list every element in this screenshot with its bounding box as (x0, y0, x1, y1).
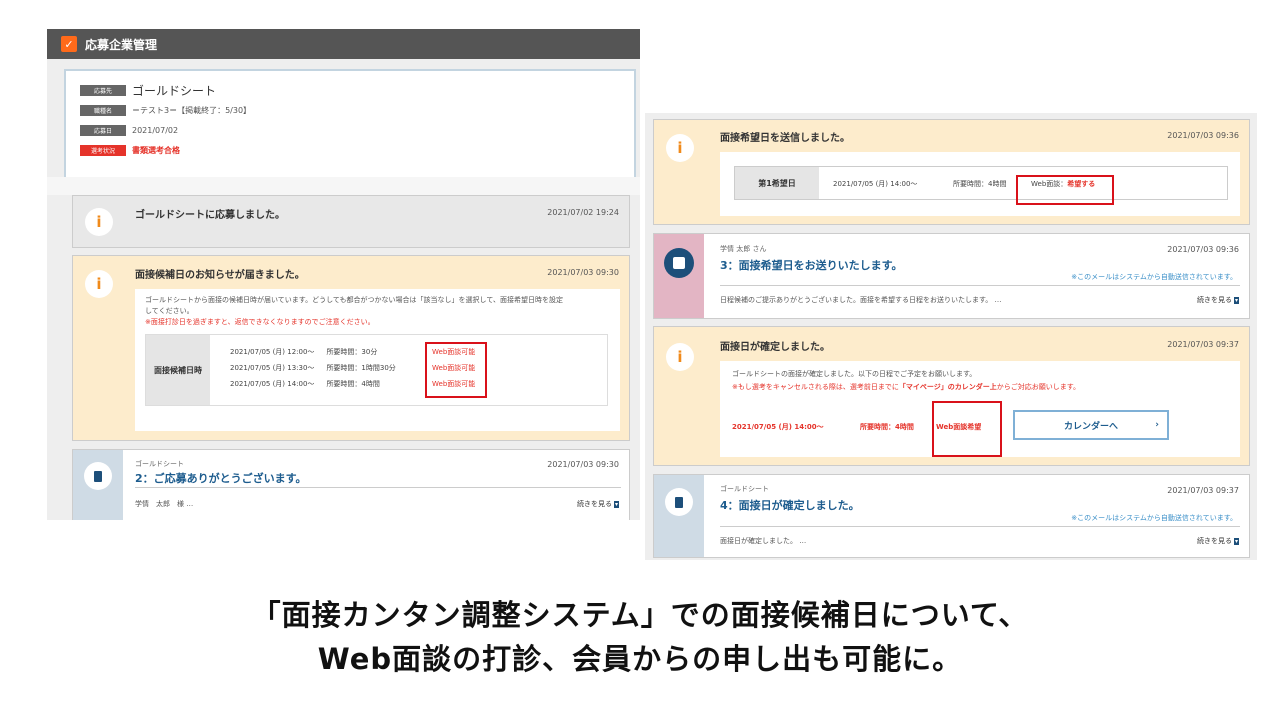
schedule-label: 面接候補日時 (146, 335, 210, 405)
info-icon: i (666, 343, 694, 371)
slot-time: 2021/07/05 (月) 12:00〜 所要時間：30分 (230, 347, 377, 357)
card-date: 2021/07/03 09:30 (547, 268, 619, 277)
tag-label: 応募日 (80, 124, 126, 136)
caption-line-1: 「面接カンタン調整システム」での面接候補日について、 (251, 598, 1029, 632)
confirmed-time: 2021/07/05 (月) 14:00〜 (732, 423, 824, 431)
confirmed-duration: 所要時間：4時間 (860, 423, 914, 431)
document-icon (84, 462, 112, 490)
message-list: i ゴールドシートに応募しました。 2021/07/02 19:24 i 面接候… (47, 177, 640, 520)
apply-date: 2021/07/02 (132, 125, 179, 135)
message-card-wish[interactable]: 学情 太郎 さん 2021/07/03 09:36 3：面接希望日をお送りいたし… (653, 233, 1250, 319)
slot-time-text: 2021/07/05 (月) 14:00〜 (230, 380, 315, 388)
candidate-details: ゴールドシートから面接の候補日時が届いています。どうしても都合がつかない場合は「… (135, 289, 620, 431)
left-screenshot: ✓ 応募企業管理 応募先 ゴールドシート 職種名 ＝テスト3＝【掲載終了：5/3… (47, 29, 640, 520)
sender-name: ゴールドシート (720, 485, 769, 493)
job-name: ＝テスト3＝【掲載終了：5/30】 (132, 105, 252, 115)
wish-table: 第1希望日 2021/07/05 (月) 14:00〜 所要時間：4時間 Web… (734, 166, 1228, 200)
slot-time: 2021/07/05 (月) 14:00〜 所要時間：4時間 (230, 379, 380, 389)
apply-row-status: 選考状況 書類選考合格 (80, 141, 620, 159)
header-title: 応募企業管理 (85, 37, 158, 52)
card-title: 面接候補日のお知らせが届きました。 (135, 270, 305, 281)
card-date: 2021/07/03 09:36 (1167, 245, 1239, 254)
check-icon: ✓ (61, 36, 77, 52)
person-icon (664, 248, 694, 278)
slot-time: 2021/07/05 (月) 13:30〜 所要時間：1時間30分 (230, 363, 396, 373)
slot-duration: 所要時間：30分 (326, 348, 378, 356)
body-text: してください。 (145, 307, 194, 315)
apply-row-job: 職種名 ＝テスト3＝【掲載終了：5/30】 (80, 101, 620, 119)
body-text: ゴールドシートから面接の候補日時が届いています。どうしても都合がつかない場合は「… (145, 296, 563, 304)
calendar-button[interactable]: カレンダーへ › (1013, 410, 1169, 440)
message-title: 3：面接希望日をお送りいたします。 (720, 259, 903, 272)
card-title: 面接日が確定しました。 (720, 342, 830, 353)
read-more-link[interactable]: 続きを見る (1197, 536, 1239, 546)
highlight-box (1016, 175, 1114, 205)
notice-card-confirmed: i 面接日が確定しました。 2021/07/03 09:37 ゴールドシートの面… (653, 326, 1250, 466)
schedule-table: 面接候補日時 2021/07/05 (月) 12:00〜 所要時間：30分 202… (145, 334, 608, 406)
card-date: 2021/07/02 19:24 (547, 208, 619, 217)
message-preview: 日程候補のご提示ありがとうございました。面接を希望する日程をお送りいたします。 … (720, 296, 1002, 304)
company-name: ゴールドシート (132, 83, 217, 98)
slot-duration: 所要時間：1時間30分 (326, 364, 396, 372)
card-title: 面接希望日を送信しました。 (720, 133, 850, 144)
message-preview: 学情 太郎 様 … (135, 500, 194, 508)
notice-card-interview-candidates: i 面接候補日のお知らせが届きました。 2021/07/03 09:30 ゴール… (72, 255, 630, 441)
warning-part: ※もし選考をキャンセルされる際は、選考前日までに (732, 383, 899, 391)
highlight-box (932, 401, 1002, 457)
warning-text: ※面接打診日を過ぎますと、返信できなくなりますのでご注意ください。 (145, 318, 375, 326)
sender-name: 学情 太郎 さん (720, 245, 767, 253)
warning-part: からご対応お願いします。 (996, 383, 1081, 391)
read-more-link[interactable]: 続きを見る (1197, 295, 1239, 305)
tag-label: 選考状況 (80, 144, 126, 156)
mypage-calendar-note: 「マイページ」のカレンダー上 (898, 383, 997, 391)
card-date: 2021/07/03 09:36 (1167, 131, 1239, 140)
info-icon: i (85, 270, 113, 298)
notice-card-wish-sent: i 面接希望日を送信しました。 2021/07/03 09:36 第1希望日 2… (653, 119, 1250, 225)
read-more-link[interactable]: 続きを見る (577, 499, 619, 509)
warning-text: ※もし選考をキャンセルされる際は、選考前日までに「マイページ」のカレンダー上から… (732, 382, 1080, 393)
message-card-thanks[interactable]: ゴールドシート 2021/07/03 09:30 2：ご応募ありがとうございます… (72, 449, 630, 520)
card-date: 2021/07/03 09:37 (1167, 486, 1239, 495)
sender-name: ゴールドシート (135, 460, 184, 468)
message-title: 4：面接日が確定しました。 (720, 499, 860, 512)
body-text: ゴールドシートの面接が確定しました。以下の日程でご予定をお願いします。 (732, 370, 977, 378)
auto-send-note: ※このメールはシステムから自動送信されています。 (1071, 514, 1237, 522)
application-summary: 応募先 ゴールドシート 職種名 ＝テスト3＝【掲載終了：5/30】 応募日 20… (64, 69, 636, 191)
wish-time: 2021/07/05 (月) 14:00〜 (833, 180, 918, 188)
caption-line-2: Web面談の打診、会員からの申し出も可能に。 (317, 642, 963, 676)
apply-row-company: 応募先 ゴールドシート (80, 81, 620, 99)
calendar-button-label: カレンダーへ (1063, 421, 1118, 432)
highlight-box (425, 342, 487, 398)
wish-duration: 所要時間：4時間 (953, 180, 1007, 188)
chevron-right-icon: › (1155, 420, 1159, 430)
message-card-confirmed[interactable]: ゴールドシート 2021/07/03 09:37 4：面接日が確定しました。 ※… (653, 474, 1250, 558)
info-icon: i (85, 208, 113, 236)
document-icon (665, 488, 693, 516)
message-preview: 面接日が確定しました。 … (720, 537, 807, 545)
card-title: ゴールドシートに応募しました。 (135, 210, 285, 221)
info-icon: i (666, 134, 694, 162)
message-title: 2：ご応募ありがとうございます。 (135, 472, 307, 485)
card-date: 2021/07/03 09:30 (547, 460, 619, 469)
slot-duration: 所要時間：4時間 (326, 380, 380, 388)
right-screenshot: i 面接希望日を送信しました。 2021/07/03 09:36 第1希望日 2… (645, 113, 1257, 560)
notice-card-applied: i ゴールドシートに応募しました。 2021/07/02 19:24 (72, 195, 630, 248)
status-badge: 書類選考合格 (132, 145, 180, 155)
header-bar: ✓ 応募企業管理 (47, 29, 640, 59)
slot-time-text: 2021/07/05 (月) 13:30〜 (230, 364, 315, 372)
slot-time-text: 2021/07/05 (月) 12:00〜 (230, 348, 315, 356)
wish-label: 第1希望日 (735, 167, 819, 199)
apply-row-date: 応募日 2021/07/02 (80, 121, 620, 139)
card-date: 2021/07/03 09:37 (1167, 340, 1239, 349)
auto-send-note: ※このメールはシステムから自動送信されています。 (1071, 273, 1237, 281)
tag-label: 職種名 (80, 104, 126, 116)
tag-label: 応募先 (80, 84, 126, 96)
